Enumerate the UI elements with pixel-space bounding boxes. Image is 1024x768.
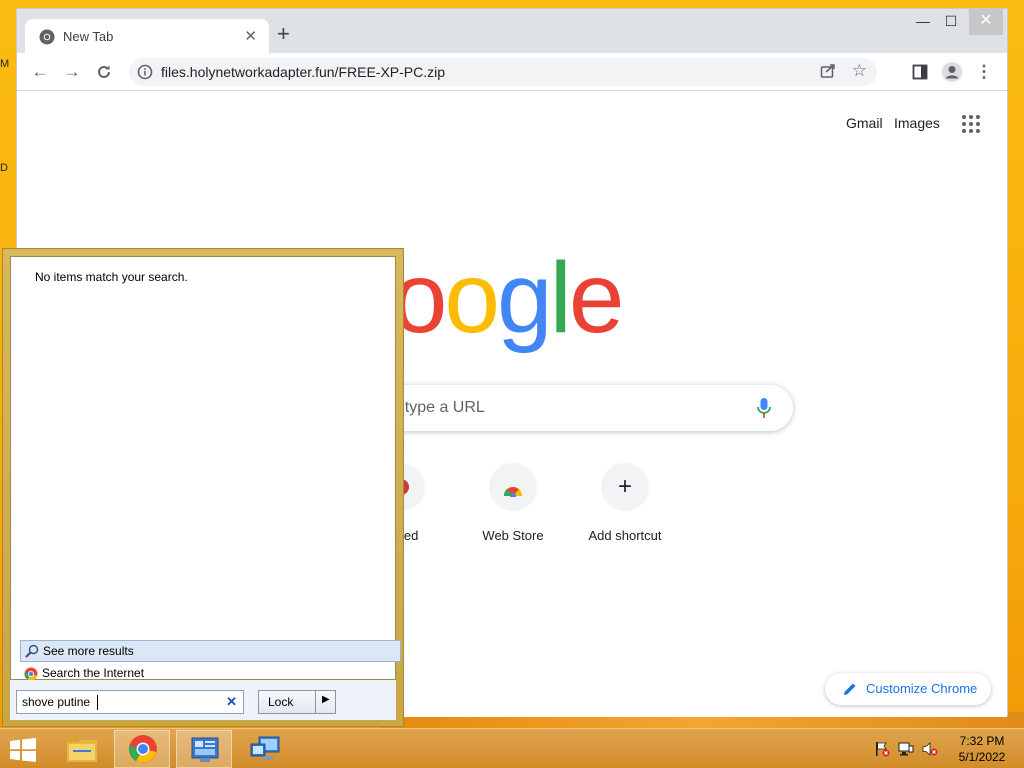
search-results-area: No items match your search. See more res… <box>10 256 401 681</box>
start-search-value: shove putine <box>22 695 91 709</box>
magnifier-icon <box>25 644 39 658</box>
desktop-icon-label: M <box>0 58 10 70</box>
maximize-button[interactable]: ☐ <box>937 9 965 35</box>
profile-avatar-icon[interactable] <box>941 61 963 83</box>
reload-icon[interactable] <box>93 61 115 83</box>
address-url: files.holynetworkadapter.fun/FREE-XP-PC.… <box>161 64 446 80</box>
close-window-button[interactable]: ✕ <box>969 9 1003 35</box>
shortcut-web-store[interactable]: Web Store <box>457 463 569 543</box>
shortcut-label: Add shortcut <box>588 528 662 543</box>
customize-chrome-label: Customize Chrome <box>866 681 978 696</box>
network-computer-icon <box>250 736 280 760</box>
address-bar[interactable]: files.holynetworkadapter.fun/FREE-XP-PC.… <box>129 58 877 86</box>
clock-date: 5/1/2022 <box>958 750 1006 764</box>
text-caret <box>97 695 98 710</box>
desktop-icon-label: D <box>0 162 8 174</box>
chrome-icon <box>39 29 55 45</box>
lock-button-label: Lock <box>268 695 294 709</box>
chrome-web-store-icon <box>489 463 537 511</box>
volume-muted-icon[interactable] <box>922 741 938 757</box>
button-divider <box>315 691 316 713</box>
see-more-results-label: See more results <box>43 644 134 658</box>
lock-button[interactable]: Lock ▶ <box>258 690 336 714</box>
side-panel-icon[interactable] <box>909 61 931 83</box>
gmail-link[interactable]: Gmail <box>846 115 883 131</box>
back-arrow-icon[interactable]: ← <box>29 61 51 83</box>
file-explorer-taskbar-button[interactable] <box>54 730 110 768</box>
close-tab-icon[interactable]: ✕ <box>244 27 257 45</box>
folder-icon <box>67 737 97 762</box>
windows-start-icon[interactable] <box>8 737 38 763</box>
logo-letter: o <box>444 242 500 354</box>
logo-letter: g <box>497 242 553 354</box>
control-panel-taskbar-button[interactable] <box>176 730 232 768</box>
clear-search-icon[interactable]: ✕ <box>226 694 237 710</box>
microphone-icon[interactable] <box>757 397 771 419</box>
network-taskbar-button[interactable] <box>238 730 294 768</box>
see-more-results-button[interactable]: See more results <box>20 640 401 662</box>
browser-toolbar: ← → files.holynetworkadapter.fun/FREE-XP… <box>17 53 1007 91</box>
add-shortcut-button[interactable]: + Add shortcut <box>569 463 681 543</box>
start-menu-search-panel: No items match your search. See more res… <box>2 248 404 727</box>
shortcut-label: Web Store <box>482 528 544 543</box>
chrome-taskbar-button[interactable] <box>114 730 170 768</box>
control-panel-icon <box>191 737 219 762</box>
start-search-row: shove putine ✕ Lock ▶ <box>10 680 396 720</box>
site-info-icon[interactable] <box>137 64 153 80</box>
plus-icon: + <box>601 463 649 511</box>
logo-letter: l <box>549 242 572 354</box>
chrome-icon <box>24 667 38 681</box>
bookmark-star-icon[interactable]: ☆ <box>852 61 867 81</box>
power-options-arrow-icon[interactable]: ▶ <box>322 694 330 705</box>
share-icon[interactable] <box>819 62 837 80</box>
no-results-message: No items match your search. <box>35 270 188 284</box>
action-center-flag-icon[interactable] <box>874 741 890 757</box>
new-tab-button[interactable]: + <box>277 23 290 45</box>
pencil-icon <box>844 683 856 695</box>
google-apps-icon[interactable] <box>962 115 982 135</box>
forward-arrow-icon[interactable]: → <box>61 61 83 83</box>
network-status-icon[interactable] <box>898 741 914 757</box>
search-internet-label: Search the Internet <box>42 666 145 680</box>
system-clock[interactable]: 7:32 PM 5/1/2022 <box>948 733 1016 765</box>
taskbar: 7:32 PM 5/1/2022 <box>0 728 1024 768</box>
tab-strip: New Tab ✕ + — ☐ ✕ <box>17 9 1007 53</box>
tab-new-tab[interactable]: New Tab ✕ <box>25 19 269 53</box>
logo-letter: e <box>568 242 625 354</box>
customize-chrome-button[interactable]: Customize Chrome <box>825 673 991 705</box>
search-placeholder: r type a URL <box>395 399 485 416</box>
more-menu-icon[interactable]: ⋮ <box>973 61 995 83</box>
start-search-input[interactable]: shove putine ✕ <box>16 690 244 714</box>
images-link[interactable]: Images <box>894 115 940 131</box>
minimize-button[interactable]: — <box>909 9 937 35</box>
tab-title: New Tab <box>63 29 114 44</box>
clock-time: 7:32 PM <box>959 734 1005 748</box>
chrome-icon <box>128 735 157 763</box>
